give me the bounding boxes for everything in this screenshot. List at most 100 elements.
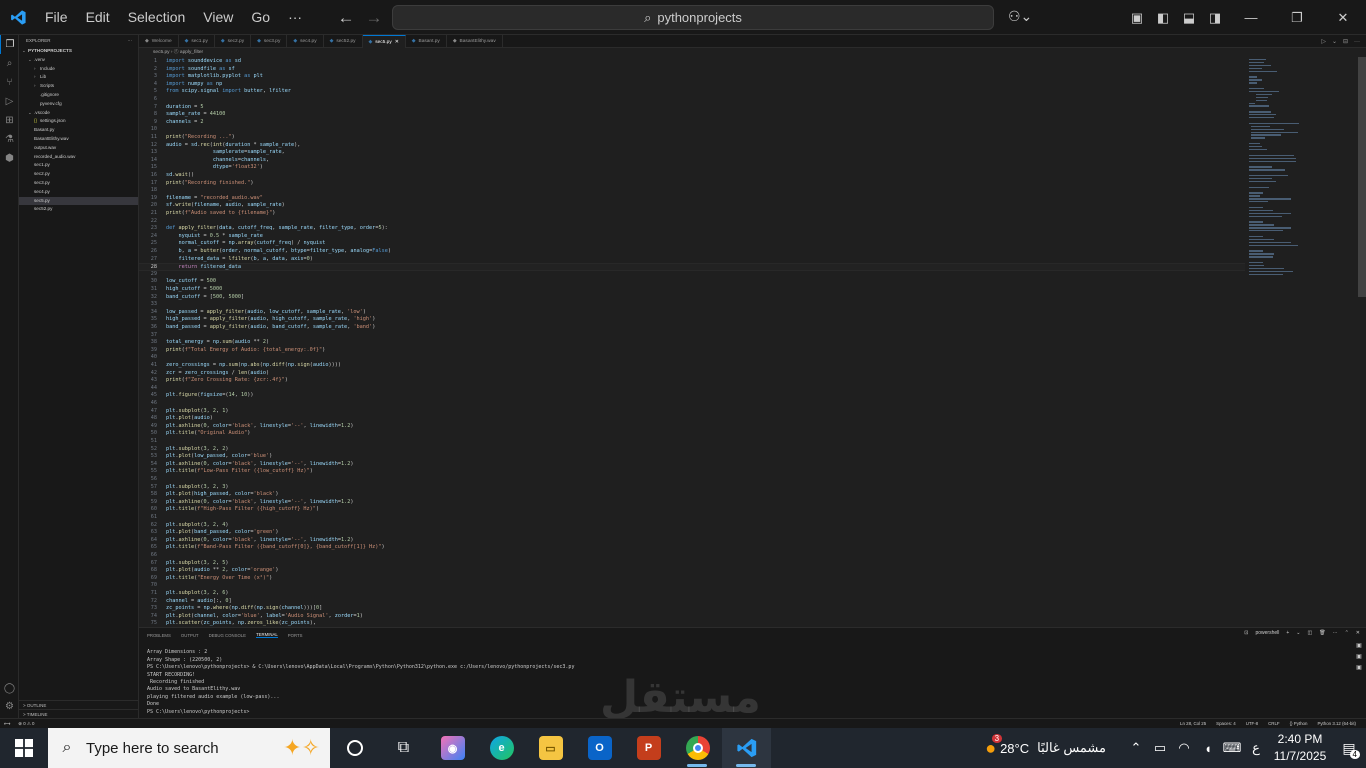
code-line[interactable]: 47 plt.subplot(3, 2, 1) <box>139 408 1245 416</box>
tree-item[interactable]: sec4.py <box>19 188 138 197</box>
code-line[interactable]: 25 normal_cutoff = np.array(cutoff_freq)… <box>139 240 1245 248</box>
minimap[interactable] <box>1245 57 1357 627</box>
panel-tab-debug-console[interactable]: DEBUG CONSOLE <box>209 633 247 638</box>
outline-section[interactable]: > OUTLINE <box>19 700 139 709</box>
code-line[interactable]: 9 channels = 2 <box>139 119 1245 127</box>
task-view-icon[interactable]: ⧉ <box>379 728 428 768</box>
weather-text[interactable]: مشمس غالبًا <box>1037 740 1106 756</box>
tree-item[interactable]: output.wav <box>19 144 138 153</box>
taskbar-search-box[interactable]: ⌕ Type here to search ✦✧ <box>48 728 330 768</box>
terminal-instance-icon[interactable]: ▣ <box>1356 653 1362 660</box>
split-terminal-icon[interactable]: ◫ <box>1308 630 1313 636</box>
remote-explorer-icon[interactable]: ⬢ <box>0 149 19 168</box>
code-line[interactable]: 72 channel = audio[:, 0] <box>139 598 1245 606</box>
editor-action-icon[interactable]: ··· <box>1354 39 1360 45</box>
breadcrumb[interactable]: sec5.py › ⓕ apply_filter <box>139 48 1366 57</box>
tree-item[interactable]: sec1.py <box>19 161 138 170</box>
tree-item[interactable]: › Include <box>19 65 138 74</box>
tab-sec2-py[interactable]: ◆ sec2.py <box>215 35 252 48</box>
toggle-panel-icon[interactable]: ⬓ <box>1176 0 1202 35</box>
tab-basantelithy-wav[interactable]: ◆ BasantElithy.wav <box>447 35 503 48</box>
status-item[interactable]: Python 3.12 (64-bit) <box>1317 721 1356 726</box>
notification-icon[interactable]: ▤ 4 <box>1332 740 1366 759</box>
code-line[interactable]: 68 plt.plot(audio ** 2, color='orange') <box>139 567 1245 575</box>
terminal-dropdown-icon[interactable]: ⌄ <box>1296 630 1300 636</box>
code-line[interactable]: 53 plt.plot(low_passed, color='blue') <box>139 453 1245 461</box>
code-line[interactable]: 15 dtype='float32') <box>139 164 1245 172</box>
tab-sec5-py[interactable]: ◆ sec5.py ✕ <box>362 35 406 48</box>
code-line[interactable]: 39 print(f"Total Energy of Audio: {total_… <box>139 347 1245 355</box>
code-line[interactable]: 31 high_cutoff = 5000 <box>139 286 1245 294</box>
code-line[interactable]: 23 def apply_filter(data, cutoff_freq, sa… <box>139 225 1245 233</box>
editor-action-icon[interactable]: ⊟ <box>1343 38 1348 45</box>
tree-item[interactable]: ⌄ .vscode <box>19 109 138 118</box>
timeline-section[interactable]: > TIMELINE <box>19 709 139 718</box>
code-line[interactable]: 65 plt.title(f"Band-Pass Filter ({band_cu… <box>139 544 1245 552</box>
code-line[interactable]: 57 plt.subplot(3, 2, 3) <box>139 484 1245 492</box>
code-line[interactable]: 49 plt.axhline(0, color='black', linestyl… <box>139 423 1245 431</box>
command-center-search[interactable]: ⌕ pythonprojects <box>392 5 994 30</box>
code-line[interactable]: 10 <box>139 126 1245 134</box>
status-item[interactable]: Spaces: 4 <box>1216 721 1236 726</box>
problems-status[interactable]: ⊗ 0 ⚠ 0 <box>18 721 34 727</box>
code-line[interactable]: 24 nyquist = 0.5 * sample_rate <box>139 233 1245 241</box>
code-line[interactable]: 30 low_cutoff = 500 <box>139 278 1245 286</box>
tree-item[interactable]: › Scripts <box>19 82 138 91</box>
clock[interactable]: 2:40 PM 11/7/2025 <box>1268 731 1332 765</box>
keyboard-icon[interactable]: ⌨ <box>1220 740 1244 756</box>
forward-arrow-icon[interactable]: → <box>360 8 388 28</box>
account-icon[interactable]: ◯ <box>0 679 19 698</box>
code-line[interactable]: 26 b, a = butter(order, normal_cutoff, b… <box>139 248 1245 256</box>
tab-sec4-py[interactable]: ◆ sec4.py <box>287 35 324 48</box>
windows-start-button[interactable] <box>0 728 48 768</box>
code-editor[interactable]: 1 import sounddevice as sd 2 import soundfi… <box>139 57 1245 627</box>
code-line[interactable]: 63 plt.plot(band_passed, color='green') <box>139 529 1245 537</box>
close-panel-icon[interactable]: ✕ <box>1356 630 1360 636</box>
code-line[interactable]: 48 plt.plot(audio) <box>139 415 1245 423</box>
code-line[interactable]: 12 audio = sd.rec(int(duration * sample_r… <box>139 142 1245 150</box>
code-line[interactable]: 56 <box>139 476 1245 484</box>
copilot-app-icon[interactable]: ◉ <box>428 728 477 768</box>
menu-item[interactable]: File <box>36 0 77 35</box>
code-line[interactable]: 7 duration = 5 <box>139 104 1245 112</box>
code-line[interactable]: 16 sd.wait() <box>139 172 1245 180</box>
code-line[interactable]: 35 high_passed = apply_filter(audio, high… <box>139 316 1245 324</box>
menu-item[interactable]: Selection <box>119 0 195 35</box>
code-line[interactable]: 5 from scipy.signal import butter, lfilte… <box>139 88 1245 96</box>
code-line[interactable]: 38 total_energy = np.sum(audio ** 2) <box>139 339 1245 347</box>
tree-item[interactable]: › Lib <box>19 73 138 82</box>
code-line[interactable]: 37 <box>139 332 1245 340</box>
code-line[interactable]: 27 filtered_data = lfilter(b, a, data, a… <box>139 256 1245 264</box>
editor-scrollbar[interactable] <box>1358 57 1366 297</box>
menu-item[interactable]: ··· <box>279 0 311 35</box>
code-line[interactable]: 8 sample_rate = 44100 <box>139 111 1245 119</box>
file-explorer-icon[interactable]: ▭ <box>526 728 575 768</box>
code-line[interactable]: 3 import matplotlib.pyplot as plt <box>139 73 1245 81</box>
explorer-icon[interactable]: ❐ <box>0 35 19 54</box>
code-line[interactable]: 52 plt.subplot(3, 2, 2) <box>139 446 1245 454</box>
search-icon[interactable]: ⌕ <box>0 54 19 73</box>
code-line[interactable]: 62 plt.subplot(3, 2, 4) <box>139 522 1245 530</box>
weather-icon[interactable]: ● 3 <box>985 733 1003 759</box>
code-line[interactable]: 2 import soundfile as sf <box>139 66 1245 74</box>
menu-item[interactable]: View <box>194 0 242 35</box>
source-control-icon[interactable]: ⑂ <box>0 73 19 92</box>
edge-icon[interactable]: e <box>477 728 526 768</box>
code-line[interactable]: 60 plt.title(f"High-Pass Filter ({high_cu… <box>139 506 1245 514</box>
code-line[interactable]: 69 plt.title("Energy Over Time (x²)") <box>139 575 1245 583</box>
terminal-shell-name[interactable]: powershell <box>1255 630 1279 636</box>
tab-sec1-py[interactable]: ◆ sec1.py <box>179 35 215 48</box>
panel-tab-output[interactable]: OUTPUT <box>181 633 199 638</box>
code-line[interactable]: 4 import numpy as np <box>139 81 1245 89</box>
code-line[interactable]: 19 filename = "recorded_audio.wav" <box>139 195 1245 203</box>
code-line[interactable]: 45 plt.figure(figsize=(14, 10)) <box>139 392 1245 400</box>
code-line[interactable]: 18 <box>139 187 1245 195</box>
panel-tab-terminal[interactable]: TERMINAL <box>256 632 278 638</box>
code-line[interactable]: 36 band_passed = apply_filter(audio, band… <box>139 324 1245 332</box>
tree-item[interactable]: sec52.py <box>19 205 138 214</box>
menu-item[interactable]: Go <box>242 0 279 35</box>
tree-item[interactable]: recorded_audio.wav <box>19 153 138 162</box>
chrome-icon[interactable] <box>673 728 722 768</box>
extensions-icon[interactable]: ⊞ <box>0 111 19 130</box>
code-line[interactable]: 73 zc_points = np.where(np.diff(np.sign(c… <box>139 605 1245 613</box>
